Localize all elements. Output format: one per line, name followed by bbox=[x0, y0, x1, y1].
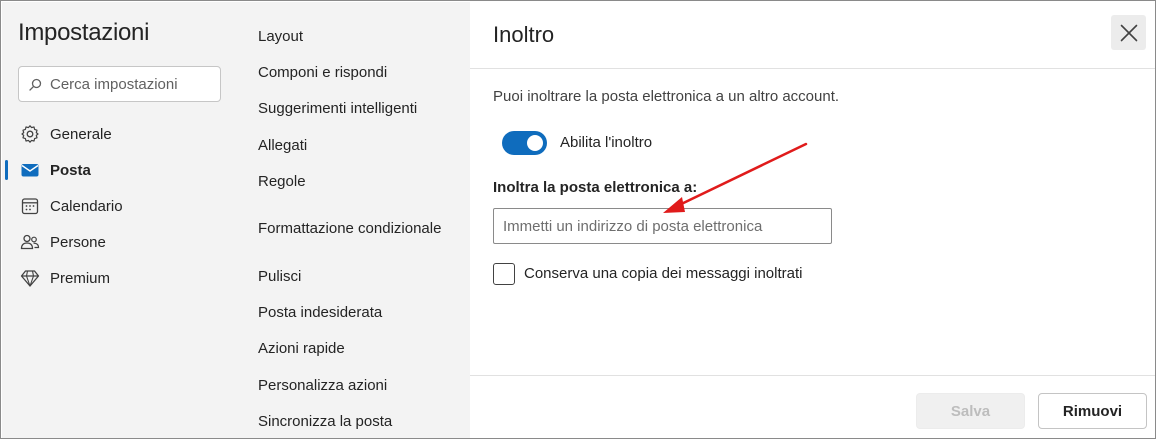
remove-button[interactable]: Rimuovi bbox=[1038, 393, 1147, 429]
save-button[interactable]: Salva bbox=[916, 393, 1025, 429]
close-button[interactable] bbox=[1111, 15, 1146, 50]
close-icon bbox=[1120, 24, 1137, 41]
gear-icon bbox=[20, 124, 40, 144]
search-box[interactable] bbox=[18, 66, 221, 102]
forward-to-label: Inoltra la posta elettronica a: bbox=[493, 179, 698, 196]
nav-item-label: Persone bbox=[50, 233, 106, 251]
search-input[interactable] bbox=[50, 75, 210, 93]
sub-item-layout[interactable]: Layout bbox=[258, 28, 303, 45]
sub-item-posta-indesiderata[interactable]: Posta indesiderata bbox=[258, 304, 382, 321]
calendar-icon bbox=[20, 196, 40, 216]
toggle-knob bbox=[527, 135, 543, 151]
search-icon bbox=[29, 78, 42, 91]
nav-item-label: Calendario bbox=[50, 197, 123, 215]
nav-item-generale[interactable]: Generale bbox=[2, 116, 243, 152]
sub-item-componi[interactable]: Componi e rispondi bbox=[258, 64, 387, 81]
footer-divider bbox=[470, 375, 1155, 376]
header-divider bbox=[470, 68, 1155, 69]
nav-item-label: Posta bbox=[50, 161, 91, 179]
mail-icon bbox=[20, 160, 40, 180]
forwarding-description: Puoi inoltrare la posta elettronica a un… bbox=[493, 88, 840, 105]
sub-item-allegati[interactable]: Allegati bbox=[258, 137, 307, 154]
sub-item-sincronizza[interactable]: Sincronizza la posta bbox=[258, 413, 392, 430]
nav-item-posta[interactable]: Posta bbox=[2, 152, 243, 188]
sub-item-formattazione[interactable]: Formattazione condizionale bbox=[258, 220, 441, 237]
keep-copy-label: Conserva una copia dei messaggi inoltrat… bbox=[524, 265, 803, 282]
mail-settings-list: Layout Componi e rispondi Suggerimenti i… bbox=[243, 2, 470, 438]
people-icon bbox=[20, 232, 40, 252]
forwarding-toggle[interactable] bbox=[502, 131, 547, 155]
settings-sidebar: Impostazioni Generale bbox=[2, 2, 243, 438]
nav-item-persone[interactable]: Persone bbox=[2, 224, 243, 260]
nav-item-label: Generale bbox=[50, 125, 112, 143]
sub-item-suggerimenti[interactable]: Suggerimenti intelligenti bbox=[258, 100, 417, 117]
forwarding-toggle-label: Abilita l'inoltro bbox=[560, 134, 653, 151]
sub-item-personalizza-azioni[interactable]: Personalizza azioni bbox=[258, 377, 387, 394]
sub-item-pulisci[interactable]: Pulisci bbox=[258, 268, 301, 285]
keep-copy-checkbox[interactable] bbox=[493, 263, 515, 285]
sub-item-regole[interactable]: Regole bbox=[258, 173, 306, 190]
nav-item-calendario[interactable]: Calendario bbox=[2, 188, 243, 224]
page-title: Inoltro bbox=[493, 22, 555, 47]
diamond-icon bbox=[20, 268, 40, 288]
nav-item-premium[interactable]: Premium bbox=[2, 260, 243, 296]
nav-item-label: Premium bbox=[50, 269, 111, 287]
email-field[interactable] bbox=[493, 208, 832, 244]
settings-dialog: Impostazioni Generale bbox=[0, 0, 1156, 439]
settings-nav: Generale Posta Calendario Persone Premiu… bbox=[2, 116, 243, 296]
settings-title: Impostazioni bbox=[18, 19, 150, 46]
forwarding-panel: Inoltro Puoi inoltrare la posta elettron… bbox=[470, 2, 1155, 438]
sub-item-azioni-rapide[interactable]: Azioni rapide bbox=[258, 340, 345, 357]
